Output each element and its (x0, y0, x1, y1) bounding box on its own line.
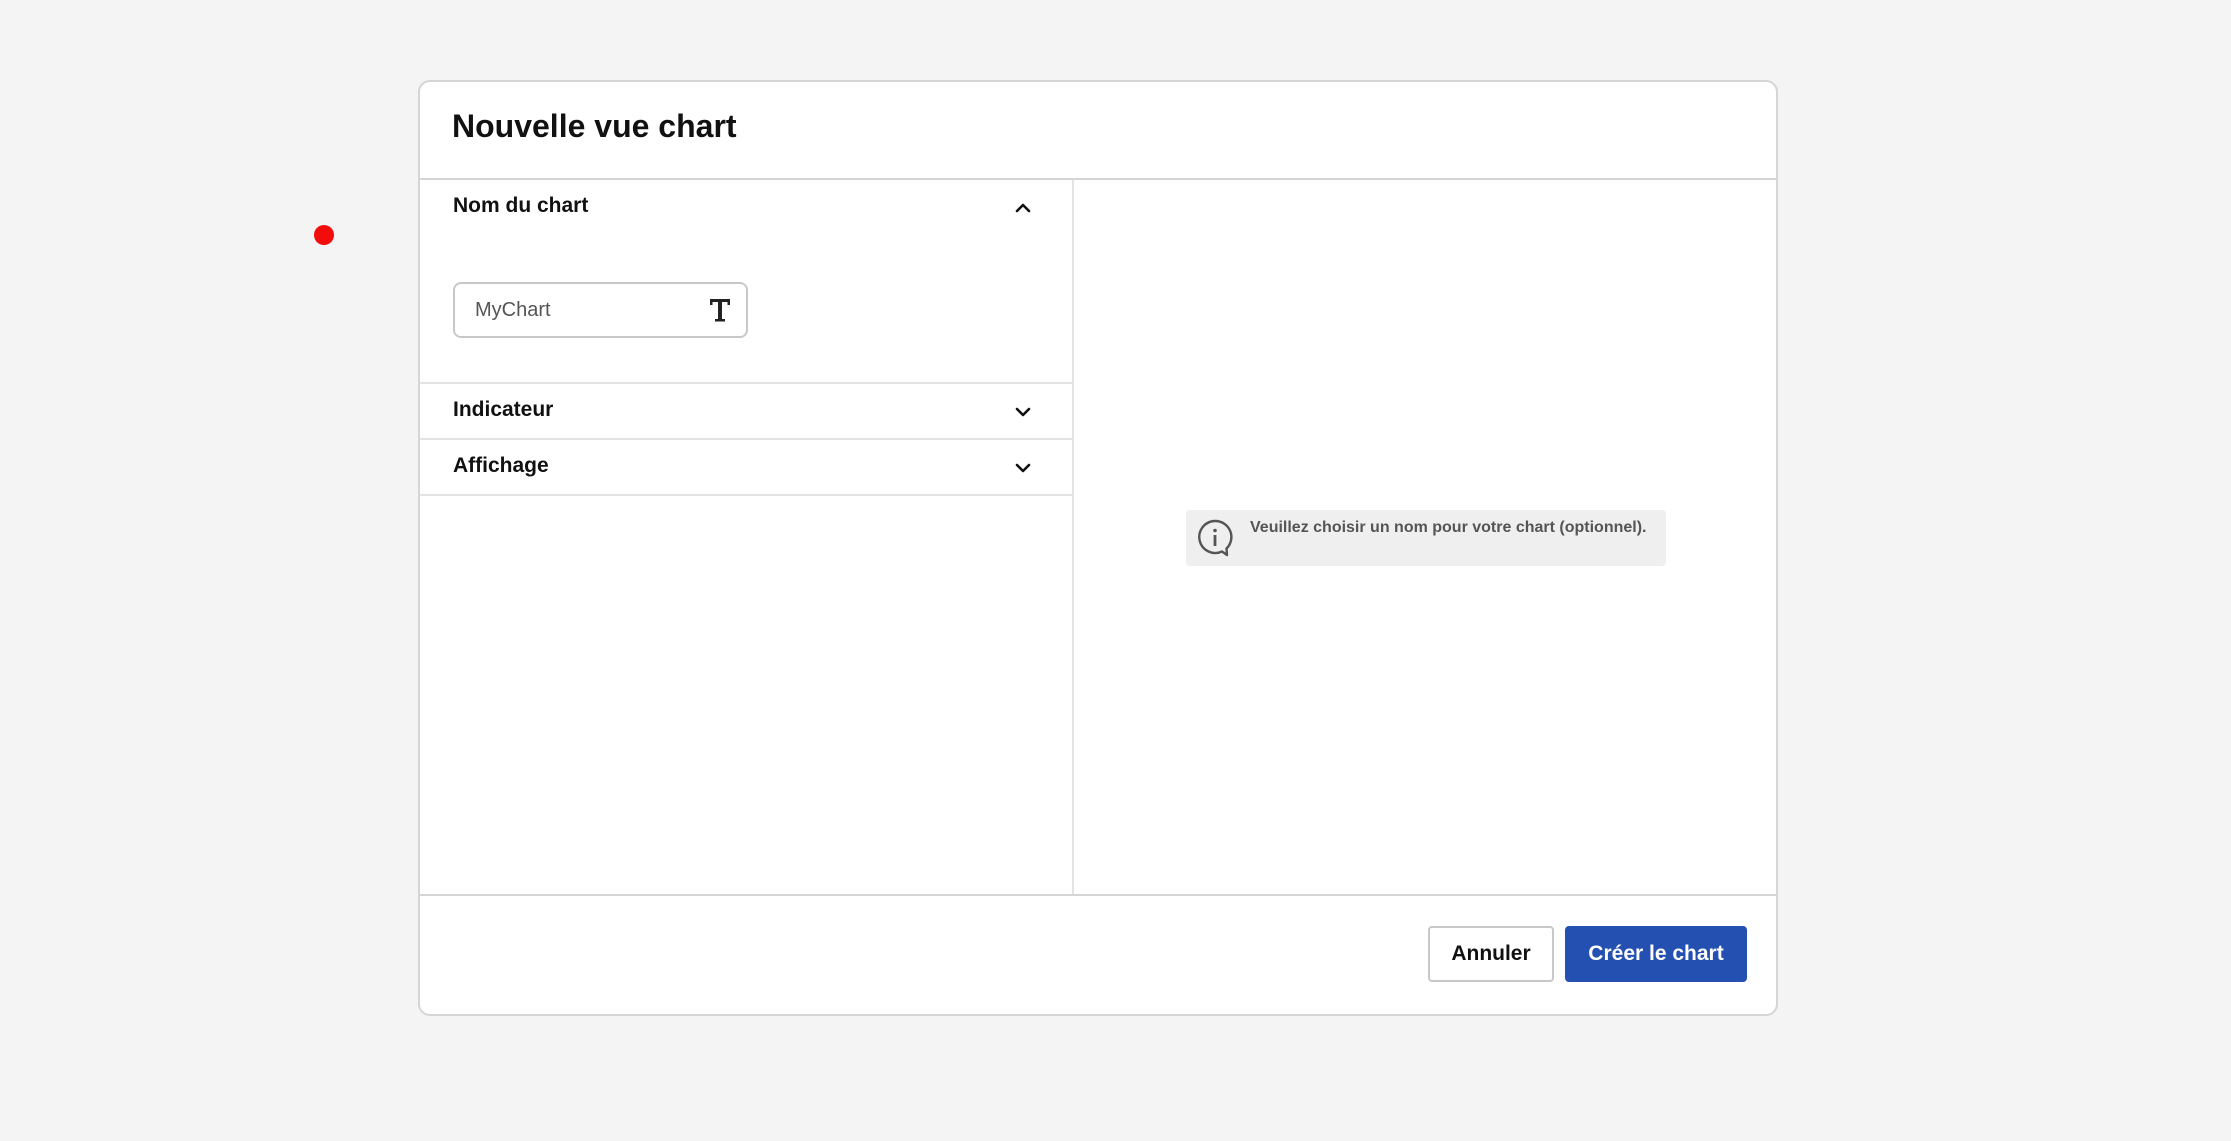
info-icon (1198, 519, 1233, 557)
info-message: Veuillez choisir un nom pour votre chart… (1186, 510, 1666, 566)
preview-panel: Veuillez choisir un nom pour votre chart… (1074, 180, 1776, 894)
dialog-title: Nouvelle vue chart (452, 108, 737, 144)
create-chart-button[interactable]: Créer le chart (1565, 926, 1747, 982)
section-display-header[interactable]: Affichage (420, 440, 1072, 494)
dialog-header: Nouvelle vue chart (420, 82, 1776, 180)
section-chart-name-header[interactable]: Nom du chart (420, 180, 1072, 234)
chevron-down-icon[interactable] (1014, 403, 1032, 421)
section-chart-name-label: Nom du chart (453, 194, 589, 217)
section-display: Affichage (420, 440, 1072, 496)
settings-panel: Nom du chart Indicateur (420, 180, 1074, 894)
chart-name-field (453, 282, 748, 338)
section-chart-name: Nom du chart (420, 180, 1072, 384)
text-type-icon (710, 299, 730, 322)
section-indicator-label: Indicateur (453, 398, 554, 421)
section-display-label: Affichage (453, 454, 549, 477)
section-indicator-header[interactable]: Indicateur (420, 384, 1072, 438)
dialog-body: Nom du chart Indicateur (420, 180, 1776, 894)
new-chart-dialog: Nouvelle vue chart Nom du chart MyChart … (418, 80, 1778, 1016)
chevron-down-icon[interactable] (1014, 459, 1032, 477)
section-indicator: Indicateur (420, 384, 1072, 440)
dialog-footer: Annuler Créer le chart (420, 894, 1776, 1014)
chevron-up-icon[interactable] (1014, 199, 1032, 217)
cancel-button[interactable]: Annuler (1428, 926, 1554, 982)
required-indicator (314, 225, 334, 245)
chart-name-input[interactable] (475, 284, 685, 336)
info-message-text: Veuillez choisir un nom pour votre chart… (1250, 519, 1647, 536)
